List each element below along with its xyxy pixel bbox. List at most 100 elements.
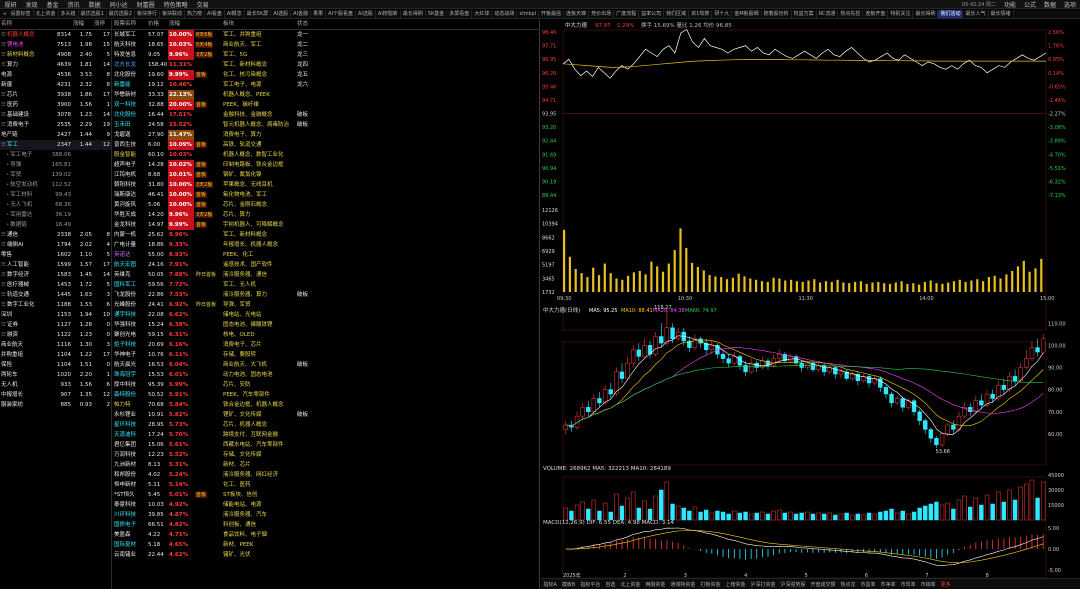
indicator-tab-3[interactable]: 自选 [603,581,618,588]
indicator-tab-4[interactable]: 北上资金 [618,581,643,588]
tab-15[interactable]: AI选股 [356,10,376,18]
tab-32[interactable]: 随着股份析 [762,10,792,18]
tab-34[interactable]: RC流通 [817,10,839,18]
tab-13[interactable]: 果果 [311,10,327,18]
sector-row[interactable]: 商业航天 1116 1.30 3 [0,340,111,350]
tab-21[interactable]: 动态战场 [492,10,518,18]
stock-row[interactable]: 北化股份 19.60 9.99% 首板 化工、核污染概念 龙五 [113,70,539,80]
tab-18[interactable]: 5K基金 [426,10,448,18]
sector-row[interactable]: •军工材料 99.43 [0,190,111,200]
tab-23[interactable]: 开板最强 [539,10,565,18]
menu-item-6[interactable]: 财富圈 [132,0,159,9]
stock-row[interactable]: 珠海冠宇 15.53 6.01% 动力电池、固态电池 [113,370,539,380]
tab-30[interactable]: 研十九 [712,10,733,18]
stock-header-concept[interactable]: 板块 [222,20,296,30]
menu-item-4[interactable]: 数据 [84,0,105,9]
stock-row[interactable]: 广电计量 18.86 9.33% 年报增长、机器人概念 [113,240,539,250]
stock-row[interactable]: 天源迪科 17.24 5.70% 跨境支付、互联网金融 [113,430,539,440]
sector-row[interactable]: ☰新材料概念 4908 2.40 5 [0,50,111,60]
stock-row[interactable]: 光峰股份 24.41 6.92% 昨日首板 导弹、军贸 [113,300,539,310]
tab-8[interactable]: AI看盘 [205,10,225,18]
tab-11[interactable]: AI选股 [271,10,292,18]
stock-row[interactable]: 普西生技 6.00 10.09% 首板 高铁、轨道交通 [113,140,539,150]
sector-header-change[interactable]: 涨幅 [72,20,93,30]
stock-row[interactable]: 瑞斯康达 46.41 10.00% 首板 氧化物电池、军工 [113,190,539,200]
indicator-tab-10[interactable]: 沪深强势股 [778,581,808,588]
stock-row[interactable]: 君亿集团 15.06 5.61% 西藏水电站、汽车零部件 [113,440,539,450]
arrow-left-icon[interactable]: ◂ [0,11,9,17]
tab-26[interactable]: 广度流程 [614,10,640,18]
sector-row[interactable]: ☰芯片 3938 1.86 17 [0,90,111,100]
sector-row[interactable]: ☰人工智能 1599 1.57 17 [0,260,111,270]
sector-row[interactable]: •军工电子 388.06 [0,150,111,160]
menu-item-5[interactable]: 同小达 [105,0,132,9]
sector-row[interactable]: 零售 1602 1.10 5 [0,250,111,260]
stock-row[interactable]: 华胜天成 14.20 9.96% 3天2板 芯片、算力 [113,210,539,220]
stock-row[interactable]: 华神电子 10.76 6.11% 存储、要股转 [113,350,539,360]
tab-10[interactable]: 最长5K屏 [245,10,272,18]
stock-row[interactable]: 股金智能 60.10 10.03% 机器人概念、数智工业化 [113,150,539,160]
sector-row[interactable]: 电源 4536 3.53 8 [0,70,111,80]
indicator-tab-8[interactable]: 上榜资金 [723,581,748,588]
chart-pane[interactable]: 中大力德 97.97 1.29% 换手 15.69% 量比 1.26 均价 96.85… [541,20,1080,589]
stock-row[interactable]: 航天科技 18.65 10.03% 5天4板 商业航天、军工 龙二 [113,40,539,50]
stock-row[interactable]: 聚创光电 59.15 6.31% 核电、OLED [113,330,539,340]
menu-item-8[interactable]: 交易 [192,0,213,9]
stock-row[interactable]: 江钨电机 8.68 10.01% 首板 钢矿、氟氯化镍 [113,170,539,180]
tab-0[interactable]: 设置标签 [9,10,34,18]
indicator-tab-7[interactable]: 打板资金 [698,581,723,588]
stock-row[interactable]: 戈碧迦 27.90 11.47% 消费电子、算力 [113,130,539,140]
stock-row[interactable]: 通宇科技 22.08 6.62% 储电站、光电站 [113,310,539,320]
menu-item-3[interactable]: 资讯 [63,0,84,9]
sector-row[interactable]: 并购重组 1104 1.22 17 [0,350,111,360]
sector-row[interactable]: ☰基础建设 3078 1.23 14 [0,110,111,120]
tab-1[interactable]: 北上资金 [34,10,59,18]
stock-row[interactable]: 超声电子 14.28 10.02% 首板 印制电路板、铁合金边框 [113,160,539,170]
sector-row[interactable]: ☰消费电子 2535 2.29 19 [0,120,111,130]
stock-header-status[interactable]: 状态 [296,20,313,30]
stock-row[interactable]: 英诺达 55.00 8.93% PEEK、化工 [113,250,539,260]
tab-20[interactable]: 大红球 [472,10,493,18]
tab-14[interactable]: AI个股看盘 [326,10,356,18]
sector-row[interactable]: ☰证券 1127 1.28 0 [0,320,111,330]
stock-row[interactable]: 长城军工 57.07 10.00% 8天6板 军工、并购重组 龙一 [113,29,539,40]
stock-row[interactable]: 飞龙股份 22.86 7.53% 液冷服务器、算力 破板 [113,290,539,300]
stock-row[interactable]: 航天宏图 24.16 7.91% 遥感技术、国产软件 [113,260,539,270]
stock-header-price[interactable]: 价格 [147,20,168,30]
tab-16[interactable]: AI搜题新 [376,10,401,18]
sector-row[interactable]: ☰锂电池 7513 1.98 15 [0,40,111,50]
tab-2[interactable]: 多头趋 [59,10,79,18]
tab-12[interactable]: AI金融 [291,10,312,18]
tab-28[interactable]: 我们区域 [664,10,690,18]
stock-row[interactable]: 北化股份 16.44 17.51% 金融科技、金融概念 破板 [113,110,539,120]
sector-row[interactable]: ☰轨道交通 1445 1.63 3 [0,290,111,300]
stock-row[interactable]: 新雷能 19.12 10.46% 军工电子、电源 龙六 [113,80,539,90]
menu-right-3[interactable]: 选项 [1060,0,1080,9]
tab-4[interactable]: 最优选股2 [107,10,135,18]
stock-row[interactable]: 双一科技 32.88 20.00% 首板 PEEK、碳纤维 [113,100,539,110]
stock-row[interactable]: 帕力特 70.68 5.84% 铁合金边框、机器人概念 [113,400,539,410]
menu-item-7[interactable]: 特色策略 [159,0,192,9]
sector-row[interactable]: 新疆 4231 2.32 8 [0,80,111,90]
sector-header-limitup[interactable]: 涨停 [93,20,111,30]
menu-right-1[interactable]: 公式 [1020,0,1040,9]
stock-row[interactable]: 朝阳科技 31.80 10.00% 3天2板 苹果概念、无线耳机 [113,180,539,190]
indicator-tab-17[interactable]: 更多 [938,581,953,588]
sector-row[interactable]: 保险 1104 1.51 0 [0,360,111,370]
tab-22[interactable]: xlmkpl [517,10,540,18]
sector-row[interactable]: ☰军工 2347 1.44 12 [0,140,111,150]
indicator-tab-1[interactable]: 模板B [559,581,577,588]
sector-row[interactable]: •航空发动机 112.52 [0,180,111,190]
sector-row[interactable]: 深圳 1153 1.94 10 [0,310,111,320]
tab-25[interactable]: 竞价出场 [589,10,615,18]
stock-row[interactable]: 北方长龙 158.40 11.31% 军工、新材料概念 龙四 [113,60,539,70]
stock-row[interactable]: 英维克 50.05 7.88% 昨日首板 液冷服务器、通信 [113,270,539,280]
stock-row[interactable]: 国际复材 5.18 4.65% 新材、PEEK [113,540,539,550]
stock-row[interactable]: 和邦股份 4.02 5.24% 液冷服务器、网红经济 [113,470,539,480]
tab-27[interactable]: 益率公司 [639,10,665,18]
menu-item-0[interactable]: 规研 [0,0,21,9]
tab-41[interactable]: 最长情绪 [989,10,1014,18]
indicator-tab-13[interactable]: 市盈率 [858,581,878,588]
tab-36[interactable]: 连板开盘 [863,10,889,18]
sector-row[interactable]: ☰通信 2338 2.05 8 [0,230,111,240]
